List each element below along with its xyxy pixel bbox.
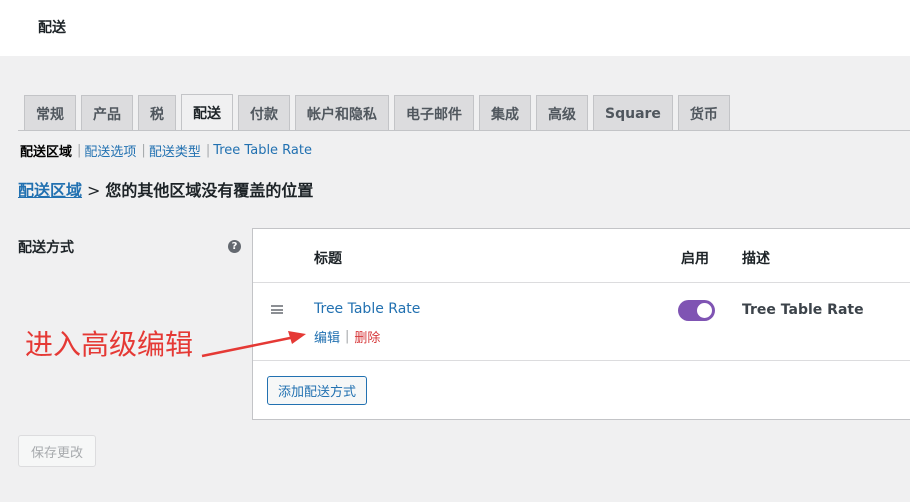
tab-square[interactable]: Square	[593, 95, 673, 131]
delete-link[interactable]: 删除	[354, 327, 380, 346]
column-description: 描述	[742, 251, 770, 267]
row-actions: 编辑 | 删除	[314, 327, 380, 346]
subnav-link-classes[interactable]: 配送类型	[149, 141, 201, 160]
table-row: Tree Table Rate 编辑 | 删除 Tree Table Rate	[253, 283, 910, 361]
table-header: 标题 启用 描述	[253, 229, 910, 283]
subnav-separator: |	[205, 143, 211, 158]
annotation-arrow-icon	[201, 331, 306, 358]
breadcrumb-zones-link[interactable]: 配送区域	[18, 181, 82, 200]
tab-accounts-privacy[interactable]: 帐户和隐私	[295, 95, 389, 131]
annotation-label: 进入高级编辑	[25, 328, 194, 361]
enabled-toggle[interactable]	[678, 300, 715, 321]
tab-integration[interactable]: 集成	[479, 95, 531, 131]
add-shipping-method-button[interactable]: 添加配送方式	[267, 376, 368, 405]
subnav-link-tree-table-rate[interactable]: Tree Table Rate	[213, 143, 312, 158]
help-icon[interactable]: ?	[228, 240, 241, 253]
column-title: 标题	[314, 251, 342, 267]
tab-shipping[interactable]: 配送	[181, 94, 233, 131]
subnav-link-options[interactable]: 配送选项	[84, 141, 136, 160]
method-title-link[interactable]: Tree Table Rate	[314, 301, 420, 317]
subnav-current-zones: 配送区域	[20, 145, 73, 160]
subnav-separator: |	[77, 143, 82, 158]
tab-payments[interactable]: 付款	[238, 95, 290, 131]
action-separator: |	[345, 329, 350, 344]
tabs-divider	[18, 130, 910, 131]
subnav-separator: |	[141, 143, 146, 158]
toggle-knob	[697, 303, 712, 318]
tab-currency[interactable]: 货币	[677, 95, 730, 131]
top-bar: 配送	[0, 0, 910, 56]
tab-products[interactable]: 产品	[81, 95, 133, 131]
shipping-subnav: 配送区域 | 配送选项 | 配送类型 | Tree Table Rate	[20, 141, 312, 160]
breadcrumb-arrow: >	[87, 181, 101, 200]
tab-emails[interactable]: 电子邮件	[394, 95, 474, 131]
tab-tax[interactable]: 税	[138, 95, 176, 131]
shipping-methods-table: 标题 启用 描述 Tree Table Rate 编辑 | 删除 Tree Ta…	[252, 228, 910, 420]
page-title: 配送	[38, 20, 66, 36]
zone-heading: 配送区域 > 您的其他区域没有覆盖的位置	[18, 177, 313, 201]
zone-name: 您的其他区域没有覆盖的位置	[105, 181, 314, 200]
edit-link[interactable]: 编辑	[314, 327, 340, 346]
shipping-methods-label: 配送方式	[18, 240, 74, 256]
save-changes-button[interactable]: 保存更改	[18, 435, 97, 467]
column-enabled: 启用	[681, 251, 709, 267]
method-description: Tree Table Rate	[742, 302, 864, 318]
drag-handle-icon[interactable]	[271, 305, 283, 314]
tab-general[interactable]: 常规	[24, 95, 76, 131]
settings-tabs: 常规 产品 税 配送 付款 帐户和隐私 电子邮件 集成 高级 Square 货币	[24, 94, 735, 131]
tab-advanced[interactable]: 高级	[536, 95, 588, 131]
